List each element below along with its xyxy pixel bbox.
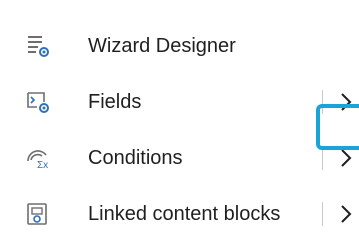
menu-item-label: Fields — [88, 91, 142, 113]
menu-item-fields[interactable]: Fields — [0, 74, 359, 130]
focus-ring — [316, 104, 359, 150]
chevron-right-icon[interactable] — [333, 200, 359, 228]
menu-item-linked-content-blocks[interactable]: Linked content blocks — [0, 186, 359, 242]
wizard-designer-icon — [25, 33, 51, 59]
menu-item-conditions[interactable]: Σx Conditions — [0, 130, 359, 186]
svg-text:Σx: Σx — [37, 160, 48, 171]
menu-item-label: Wizard Designer — [88, 35, 236, 57]
menu-item-label: Conditions — [88, 147, 183, 169]
separator — [322, 202, 323, 226]
menu-item-wizard-designer[interactable]: Wizard Designer — [0, 18, 359, 74]
linked-content-blocks-icon — [25, 201, 51, 227]
context-menu: Wizard Designer Fields Σx Conditions Lin… — [0, 0, 359, 240]
fields-icon — [25, 89, 51, 115]
conditions-icon: Σx — [25, 145, 51, 171]
menu-item-label: Linked content blocks — [88, 203, 281, 225]
